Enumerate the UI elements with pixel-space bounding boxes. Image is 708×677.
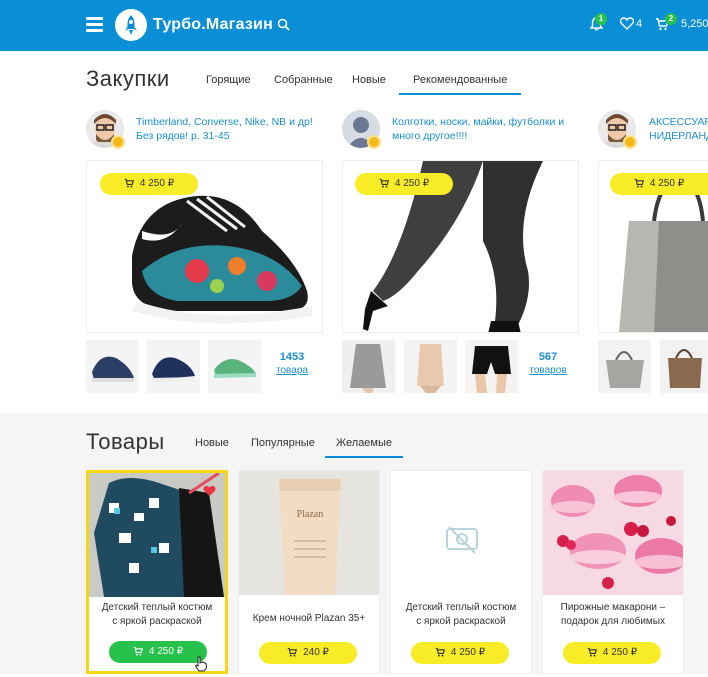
shorts-thumb [465, 340, 518, 393]
product-name[interactable]: Детский теплый костюм с яркой раскраской [95, 601, 219, 629]
purchase-desc-line1: Колготки, носки, майки, футболки и [392, 116, 565, 128]
shapewear-thumb [404, 340, 457, 393]
product-thumbnail[interactable] [465, 340, 518, 393]
tab-collected[interactable]: Собранные [274, 74, 333, 86]
bag-thumb-silver [598, 340, 651, 393]
product-name-line1: Пирожные макарони – [560, 602, 666, 613]
product-name-line1: Детский теплый костюм [101, 602, 213, 613]
heart-icon[interactable] [619, 17, 635, 35]
cart-icon [379, 175, 389, 197]
tab-new[interactable]: Новые [352, 74, 386, 86]
macarons-image [543, 471, 683, 595]
product-thumbnail[interactable] [598, 340, 651, 393]
item-count-number: 1453 [279, 351, 305, 363]
product-price-button[interactable]: 4 250 ₽ [563, 642, 661, 664]
product-thumbnail[interactable] [86, 340, 139, 393]
tab-recommended[interactable]: Рекомендованные [399, 74, 522, 95]
purchase-price-pill[interactable]: 4 250 ₽ [100, 173, 198, 195]
product-price-button[interactable]: 4 250 ₽ [411, 642, 509, 664]
product-thumbnail[interactable] [404, 340, 457, 393]
cart-icon [287, 644, 298, 666]
cart-icon [435, 644, 445, 666]
product-price: 4 250 ₽ [450, 647, 486, 658]
purchase-price: 4 250 ₽ [394, 178, 430, 189]
tab-new-goods[interactable]: Новые [195, 437, 229, 449]
product-price: 4 250 ₽ [602, 647, 638, 658]
search-icon[interactable] [277, 18, 290, 36]
sneaker-thumb-navy [86, 340, 139, 393]
item-count-number: 567 [538, 351, 558, 363]
notification-badge: 1 [595, 13, 607, 25]
cream-tube-image: Plazan [239, 471, 379, 595]
product-card[interactable]: Пирожные макарони – подарок для любимых … [542, 470, 684, 674]
sneaker-thumb-blue [147, 340, 200, 393]
purchase-desc-line2: много другое!!!! [392, 130, 468, 142]
purchase-price: 4 250 ₽ [139, 178, 175, 189]
product-thumbnail[interactable] [208, 340, 261, 393]
product-image [543, 471, 683, 595]
purchase-price: 4 250 ₽ [649, 178, 685, 189]
purchase-desc-line1: АКСЕССУАРЫ [649, 116, 708, 128]
product-price-button[interactable]: 4 250 ₽ [109, 641, 207, 663]
rank-medal-icon [111, 135, 125, 149]
product-image-placeholder [391, 471, 531, 595]
purchase-price-pill[interactable]: 4 250 ₽ [610, 173, 708, 195]
product-price: 240 ₽ [303, 647, 329, 658]
product-thumbnail[interactable] [147, 340, 200, 393]
tab-wishlist[interactable]: Желаемые [325, 437, 404, 458]
product-image: Plazan [239, 471, 379, 595]
cart-icon [587, 644, 597, 666]
menu-icon[interactable] [86, 17, 103, 32]
purchase-desc-line2: НИДЕРЛАНД [649, 130, 708, 142]
product-name-line2: с яркой раскраской [112, 616, 202, 627]
heart-favorite-icon[interactable] [203, 484, 216, 502]
goods-title: Товары [86, 429, 165, 454]
tab-hot[interactable]: Горящие [206, 74, 251, 86]
purchase-price-pill[interactable]: 4 250 ₽ [355, 173, 453, 195]
cart-icon [133, 643, 143, 665]
favorites-count: 4 [636, 18, 643, 30]
purchase-description[interactable]: Timberland, Converse, Nike, NB и др! Без… [136, 115, 313, 143]
purchase-description[interactable]: АКСЕССУАРЫ НИДЕРЛАНД [649, 115, 708, 143]
cart-badge: 2 [665, 13, 677, 25]
sneaker-thumb-green [208, 340, 261, 393]
purchase-item-count[interactable]: 1453 товара [270, 351, 314, 376]
product-name-line2: подарок для любимых [560, 616, 665, 627]
top-header: Турбо.Магазин 1 4 2 5,250 [0, 0, 708, 51]
product-name[interactable]: Пирожные макарони – подарок для любимых [549, 601, 677, 629]
cart-icon [634, 175, 644, 197]
purchases-title: Закупки [86, 66, 170, 91]
svg-text:Plazan: Plazan [297, 509, 324, 520]
purchase-desc-line1: Timberland, Converse, Nike, NB и др! [136, 116, 313, 128]
tab-popular[interactable]: Популярные [251, 437, 315, 449]
cart-icon [124, 175, 134, 197]
product-name-line1: Крем ночной Plazan 35+ [252, 613, 366, 624]
product-name[interactable]: Крем ночной Plazan 35+ [245, 612, 373, 626]
product-price: 4 250 ₽ [148, 646, 184, 657]
product-card[interactable]: Детский теплый костюм с яркой раскраской… [86, 470, 228, 674]
product-name[interactable]: Детский теплый костюм с яркой раскраской [397, 601, 525, 629]
brand-name[interactable]: Турбо.Магазин [153, 16, 273, 34]
dress-thumb [342, 340, 395, 393]
purchase-desc-line2: Без рядов! р. 31-45 [136, 130, 230, 142]
product-thumbnail[interactable] [660, 340, 708, 393]
product-price-button[interactable]: 240 ₽ [259, 642, 357, 664]
rocket-logo-icon[interactable] [115, 9, 147, 41]
purchase-description[interactable]: Колготки, носки, майки, футболки и много… [392, 115, 564, 143]
no-photo-icon [446, 526, 478, 554]
rank-medal-icon [623, 135, 637, 149]
rank-medal-icon [367, 135, 381, 149]
product-name-line2: с яркой раскраской [416, 616, 506, 627]
balance-amount[interactable]: 5,250 [681, 18, 708, 30]
product-name-line1: Детский теплый костюм [405, 602, 517, 613]
purchase-item-count[interactable]: 567 товаров [526, 351, 570, 376]
item-count-label[interactable]: товара [270, 365, 314, 376]
bag-thumb-brown [660, 340, 708, 393]
product-card[interactable]: Plazan Крем ночной Plazan 35+ 240 ₽ [238, 470, 380, 674]
item-count-label[interactable]: товаров [526, 365, 570, 376]
product-card[interactable]: Детский теплый костюм с яркой раскраской… [390, 470, 532, 674]
product-thumbnail[interactable] [342, 340, 395, 393]
